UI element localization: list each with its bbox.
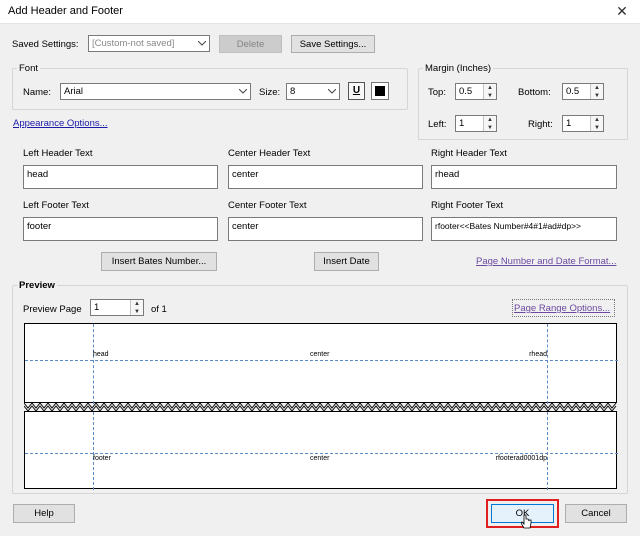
chevron-down-icon [194,36,209,51]
left-margin-guide [93,324,94,404]
bottom-margin-guide [25,453,618,454]
chevron-down-icon [235,84,250,99]
preview-header-center: center [310,351,330,358]
delete-button[interactable]: Delete [219,35,282,53]
page-number-date-format-link[interactable]: Page Number and Date Format... [476,256,616,267]
underline-button[interactable]: U [348,82,365,100]
spin-stepper-icon[interactable]: ▲ ▼ [130,300,143,315]
saved-settings-value: [Custom-not saved] [92,38,175,49]
preview-header-left: head [93,351,109,358]
margin-right-label: Right: [528,119,553,130]
margin-bottom-label: Bottom: [518,87,551,98]
font-size-label: Size: [259,87,281,98]
hand-cursor-icon [521,514,532,529]
text-color-button[interactable] [371,82,389,100]
preview-group-label: Preview [17,280,57,291]
left-footer-input[interactable]: footer [23,217,218,241]
center-header-label: Center Header Text [228,148,311,159]
left-footer-label: Left Footer Text [23,200,89,211]
help-button[interactable]: Help [13,504,75,523]
save-settings-button[interactable]: Save Settings... [291,35,375,53]
right-footer-label: Right Footer Text [431,200,504,211]
font-name-label: Name: [23,87,51,98]
center-footer-input[interactable]: center [228,217,423,241]
margin-bottom-value: 0.5 [566,86,580,97]
spin-stepper-icon[interactable]: ▲ ▼ [590,84,603,99]
saved-settings-select[interactable]: [Custom-not saved] [88,35,210,52]
saved-settings-label: Saved Settings: [12,39,79,50]
preview-footer-pane: footer center rfooterad0001dp [24,411,618,490]
margin-left-label: Left: [428,119,447,130]
margin-left-value: 1 [459,118,465,129]
preview-page-label: Preview Page [23,304,82,315]
center-footer-label: Center Footer Text [228,200,307,211]
left-header-input[interactable]: head [23,165,218,189]
spin-stepper-icon[interactable]: ▲ ▼ [590,116,603,131]
preview-header-pane: head center rhead [24,323,618,404]
margin-top-label: Top: [428,87,446,98]
margin-left-input[interactable]: 1 ▲ ▼ [455,115,497,132]
close-icon[interactable]: ✕ [604,0,640,24]
right-footer-input[interactable]: rfooter<<Bates Number#4#1#ad#dp>> [431,217,617,241]
left-header-label: Left Header Text [23,148,93,159]
preview-footer-left: footer [93,455,111,462]
font-group-label: Font [17,63,41,74]
title-bar: Add Header and Footer ✕ [0,0,640,24]
font-size-select[interactable]: 8 [286,83,340,100]
appearance-options-link[interactable]: Appearance Options... [13,118,108,129]
margin-group-label: Margin (Inches) [423,63,493,74]
page-range-focus-outline [512,299,615,317]
insert-date-button[interactable]: Insert Date [314,252,379,271]
preview-page-value: 1 [94,302,100,313]
preview-header-right: rhead [529,351,547,358]
margin-top-value: 0.5 [459,86,473,97]
center-header-input[interactable]: center [228,165,423,189]
font-name-select[interactable]: Arial [60,83,251,100]
font-size-value: 8 [290,86,296,97]
margin-bottom-input[interactable]: 0.5 ▲ ▼ [562,83,604,100]
margin-top-input[interactable]: 0.5 ▲ ▼ [455,83,497,100]
margin-right-value: 1 [566,118,572,129]
preview-footer-right: rfooterad0001dp [495,455,547,462]
right-header-input[interactable]: rhead [431,165,617,189]
preview-page-input[interactable]: 1 ▲ ▼ [90,299,144,316]
chevron-down-icon [324,84,339,99]
spin-stepper-icon[interactable]: ▲ ▼ [483,84,496,99]
window-title: Add Header and Footer [8,5,123,17]
preview-footer-center: center [310,455,330,462]
spin-stepper-icon[interactable]: ▲ ▼ [483,116,496,131]
top-margin-guide [25,360,618,361]
font-name-value: Arial [64,86,84,97]
right-header-label: Right Header Text [431,148,507,159]
cancel-button[interactable]: Cancel [565,504,627,523]
insert-bates-number-button[interactable]: Insert Bates Number... [101,252,217,271]
color-swatch-icon [375,86,385,96]
margin-right-input[interactable]: 1 ▲ ▼ [562,115,604,132]
preview-page-count: of 1 [151,304,167,315]
right-margin-guide [547,324,548,404]
right-margin-guide [547,412,548,490]
left-margin-guide [93,412,94,490]
